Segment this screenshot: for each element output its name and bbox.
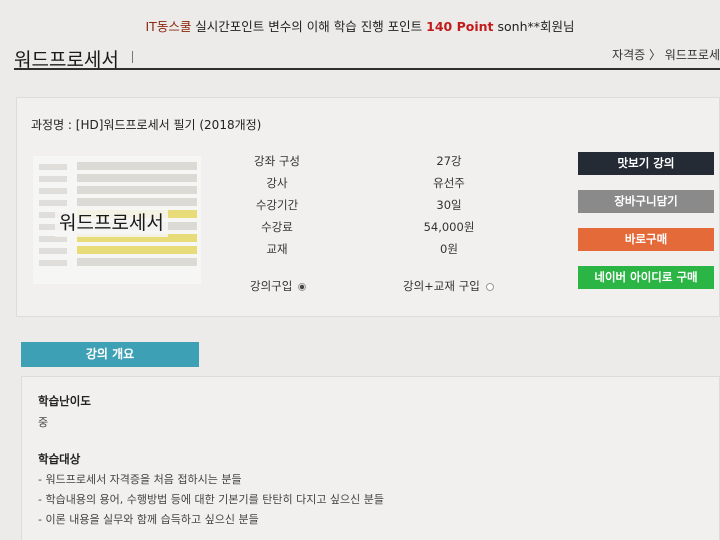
course-thumbnail: 워드프로세서 [33,156,201,284]
info-label-composition: 강좌 구성 [254,154,300,168]
target-item: - 이론 내용을 실무와 함께 습득하고 싶으신 분들 [38,513,259,526]
radio-lecture-only[interactable] [298,282,307,291]
difficulty-value: 중 [38,416,49,429]
tab-course-overview[interactable]: 강의 개요 [21,342,199,367]
point-value: 140 Point [426,19,494,34]
option-lecture-textbook[interactable]: 강의+교재 구입 [403,278,494,294]
difficulty-heading: 학습난이도 [38,394,91,408]
info-label-instructor: 강사 [266,176,288,190]
buy-now-button[interactable]: 바로구매 [578,228,714,251]
brand-name: IT동스쿨 [145,19,192,34]
overview-panel: 학습난이도 중 학습대상 - 워드프로세서 자격증을 처음 접하시는 분들 - … [21,376,720,540]
info-value-instructor: 유선주 [433,176,465,190]
info-label-textbook: 교재 [266,242,288,256]
option-lecture-textbook-label: 강의+교재 구입 [403,279,480,293]
target-item: - 워드프로세서 자격증을 처음 접하시는 분들 [38,473,242,486]
info-label-period: 수강기간 [255,198,299,212]
option-lecture-only[interactable]: 강의구입 [250,278,307,294]
info-value-period: 30일 [436,198,462,212]
user-greeting: sonh**회원님 [493,19,575,34]
naver-purchase-button[interactable]: 네이버 아이디로 구매 [578,266,714,289]
preview-lecture-button[interactable]: 맛보기 강의 [578,152,714,175]
add-to-cart-button[interactable]: 장바구니담기 [578,190,714,213]
page-title: 워드프로세서 [14,49,119,71]
page-header: 워드프로세서 자격증 〉 워드프로세 [14,40,720,71]
option-lecture-label: 강의구입 [250,279,293,293]
target-heading: 학습대상 [38,452,81,466]
info-value-textbook: 0원 [440,242,458,256]
target-item: - 학습내용의 용어, 수행방법 등에 대한 기본기를 탄탄히 다지고 싶으신 … [38,493,385,506]
point-message: 실시간포인트 변수의 이해 학습 진행 포인트 [191,19,427,34]
text-cursor [132,51,133,63]
radio-lecture-textbook[interactable] [485,282,494,291]
course-name: 과정명 : [HD]워드프로세서 필기 (2018개정) [31,118,262,132]
info-value-composition: 27강 [436,154,462,168]
breadcrumb[interactable]: 자격증 〉 워드프로세 [612,46,720,63]
info-label-fee: 수강료 [261,220,293,234]
thumbnail-title: 워드프로세서 [55,206,168,237]
point-notice-bar: IT동스쿨 실시간포인트 변수의 이해 학습 진행 포인트 140 Point … [0,0,720,40]
info-value-fee: 54,000원 [423,220,475,234]
